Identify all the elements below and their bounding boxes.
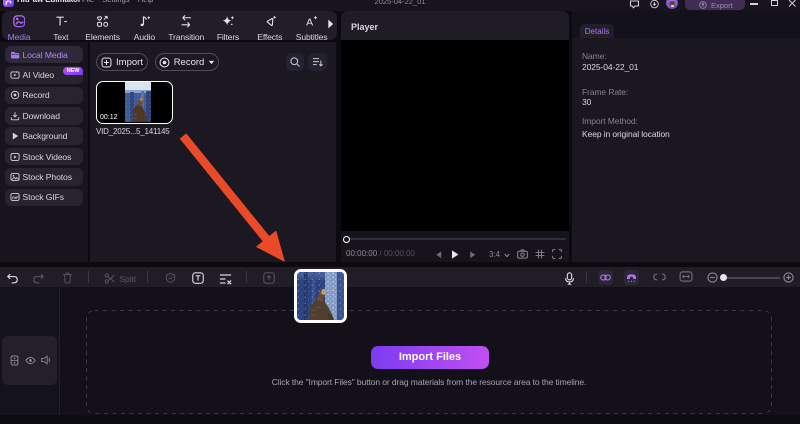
svg-text:A: A — [307, 17, 314, 28]
svg-text:GIF: GIF — [12, 195, 19, 200]
